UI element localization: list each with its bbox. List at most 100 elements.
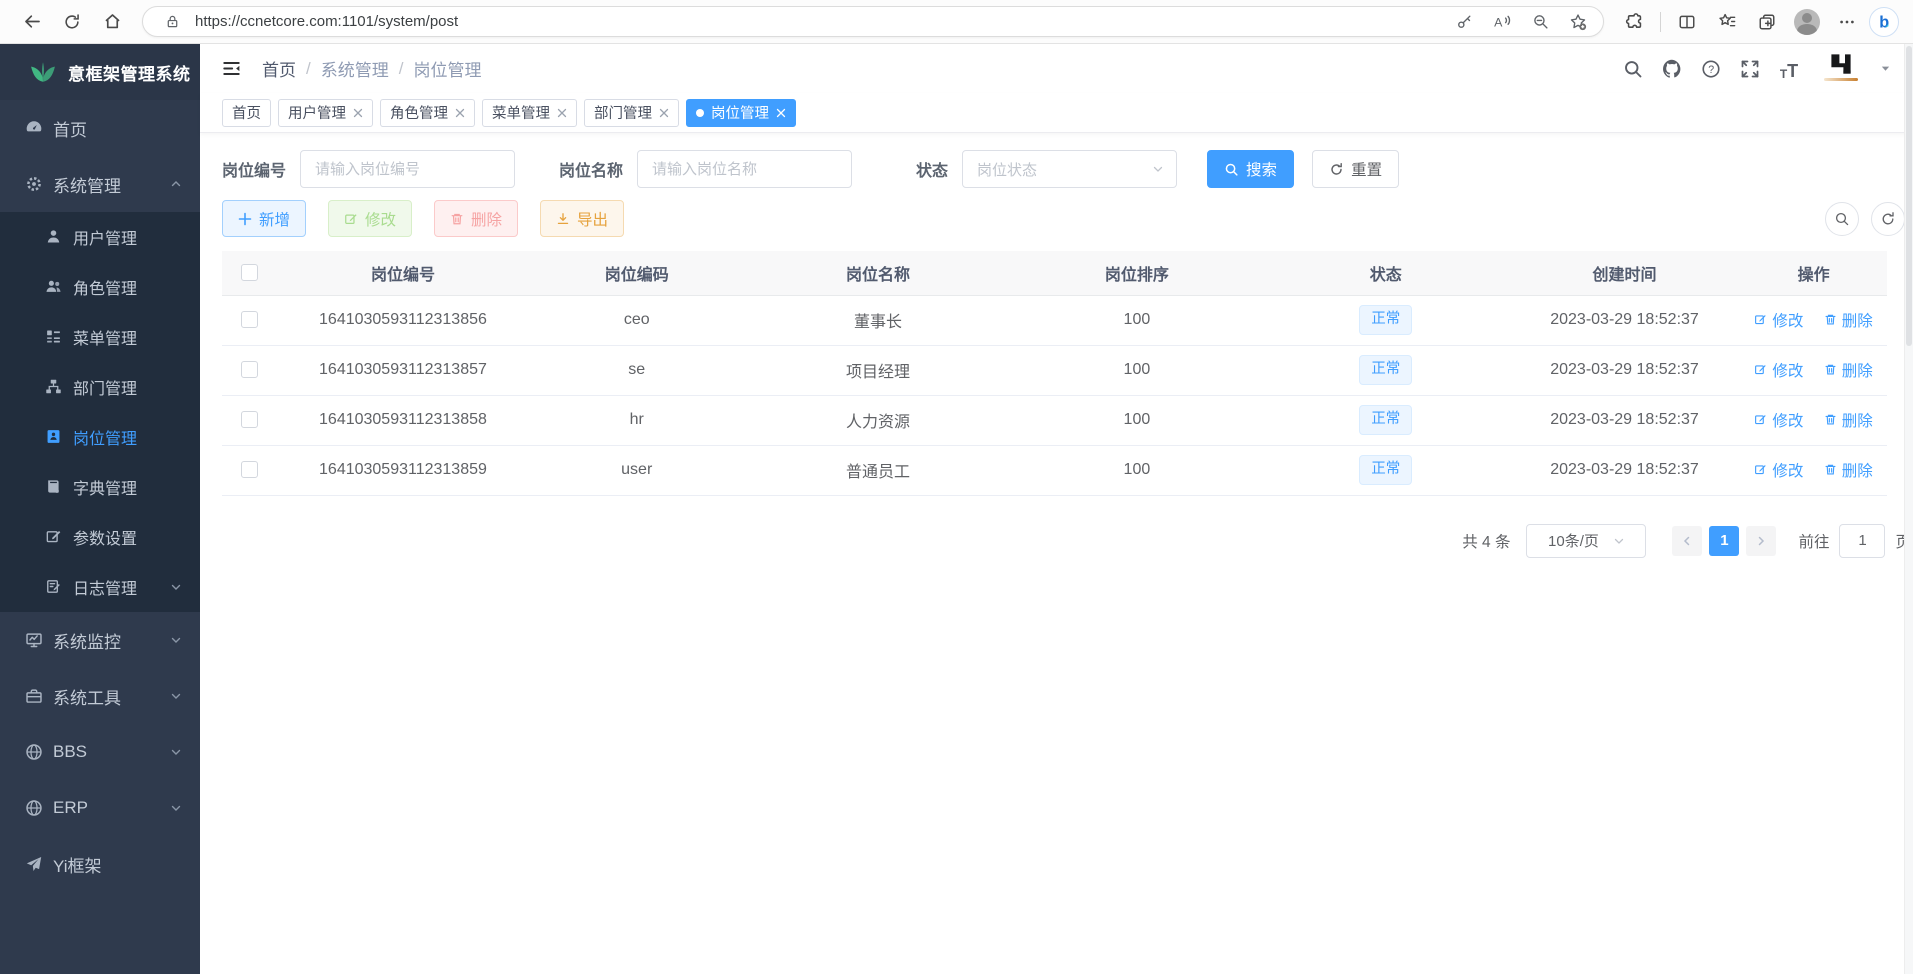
cell-post-sort: 100 [1011, 395, 1262, 445]
back-button[interactable] [14, 5, 50, 39]
table-row[interactable]: 1641030593112313857 se 项目经理 100 正常 2023-… [222, 345, 1887, 395]
avatar-underline [1824, 78, 1858, 81]
sidebar-item-users[interactable]: 用户管理 [0, 212, 200, 262]
add-favorite-icon[interactable] [1563, 8, 1593, 36]
cell-post-code: user [529, 445, 745, 495]
page-scrollbar[interactable] [1904, 44, 1913, 974]
sidebar-item-dictionary[interactable]: 字典管理 [0, 462, 200, 512]
url-text[interactable]: https://ccnetcore.com:1101/system/post [195, 13, 1441, 30]
home-icon [103, 12, 122, 31]
row-checkbox[interactable] [241, 411, 258, 428]
copilot-button[interactable]: b [1869, 7, 1899, 37]
post-name-input[interactable] [637, 150, 852, 188]
row-checkbox[interactable] [241, 461, 258, 478]
settings-more-button[interactable] [1829, 5, 1865, 39]
row-delete-link[interactable]: 删除 [1824, 359, 1873, 381]
read-aloud-icon[interactable]: A [1487, 8, 1517, 36]
key-icon[interactable] [1449, 8, 1479, 36]
app-logo[interactable]: 意框架管理系统 [0, 44, 200, 100]
tab-user-management[interactable]: 用户管理 [278, 99, 373, 127]
sidebar-item-roles[interactable]: 角色管理 [0, 262, 200, 312]
row-edit-link[interactable]: 修改 [1754, 309, 1803, 331]
filter-form: 岗位编号 岗位名称 状态 岗位状态 搜索 重置 [222, 150, 1887, 188]
cell-post-sort: 100 [1011, 445, 1262, 495]
close-icon[interactable] [353, 108, 363, 118]
fullscreen-icon[interactable] [1739, 58, 1761, 80]
split-screen-button[interactable] [1669, 5, 1705, 39]
refresh-table-button[interactable] [1871, 202, 1905, 236]
next-page-button[interactable] [1746, 526, 1776, 556]
sidebar-item-tools[interactable]: 系统工具 [0, 668, 200, 724]
table-row[interactable]: 1641030593112313858 hr 人力资源 100 正常 2023-… [222, 395, 1887, 445]
select-all-checkbox[interactable] [241, 264, 258, 281]
row-checkbox[interactable] [241, 361, 258, 378]
sidebar-item-system[interactable]: 系统管理 [0, 156, 200, 212]
font-size-icon[interactable]: TT [1778, 58, 1800, 80]
zoom-out-icon[interactable] [1525, 8, 1555, 36]
toolbox-icon [25, 687, 43, 705]
github-icon[interactable] [1661, 58, 1683, 80]
toggle-search-button[interactable] [1825, 202, 1859, 236]
scrollbar-thumb[interactable] [1906, 46, 1912, 346]
tab-menu-management[interactable]: 菜单管理 [482, 99, 577, 127]
row-edit-link[interactable]: 修改 [1754, 409, 1803, 431]
extensions-button[interactable] [1616, 5, 1652, 39]
row-edit-link[interactable]: 修改 [1754, 359, 1803, 381]
add-button[interactable]: 新增 [222, 200, 306, 237]
collapse-sidebar-button[interactable] [218, 56, 244, 82]
sidebar-item-posts[interactable]: 岗位管理 [0, 412, 200, 462]
export-button[interactable]: 导出 [540, 200, 624, 237]
post-id-input[interactable] [300, 150, 515, 188]
table-row[interactable]: 1641030593112313859 user 普通员工 100 正常 202… [222, 445, 1887, 495]
sidebar-item-departments[interactable]: 部门管理 [0, 362, 200, 412]
sidebar-item-yi-framework[interactable]: Yi框架 [0, 836, 200, 892]
edit-button[interactable]: 修改 [328, 200, 412, 237]
sidebar-item-menus[interactable]: 菜单管理 [0, 312, 200, 362]
tab-role-management[interactable]: 角色管理 [380, 99, 475, 127]
page-number-current[interactable]: 1 [1709, 526, 1739, 556]
sidebar-item-erp[interactable]: ERP [0, 780, 200, 836]
search-icon[interactable] [1622, 58, 1644, 80]
sidebar-item-bbs[interactable]: BBS [0, 724, 200, 780]
home-button[interactable] [94, 5, 130, 39]
sidebar-item-logs[interactable]: 日志管理 [0, 562, 200, 612]
delete-button[interactable]: 删除 [434, 200, 518, 237]
goto-page-input[interactable] [1839, 524, 1885, 558]
sidebar-item-home[interactable]: 首页 [0, 100, 200, 156]
chevron-down-icon [170, 581, 182, 593]
close-icon[interactable] [455, 108, 465, 118]
tab-home[interactable]: 首页 [222, 99, 271, 127]
sidebar-item-parameters[interactable]: 参数设置 [0, 512, 200, 562]
collections-button[interactable] [1749, 5, 1785, 39]
caret-down-icon[interactable] [1880, 63, 1891, 74]
table-row[interactable]: 1641030593112313856 ceo 董事长 100 正常 2023-… [222, 295, 1887, 345]
profile-avatar [1794, 9, 1820, 35]
row-checkbox[interactable] [241, 311, 258, 328]
toolbar-divider [1660, 12, 1661, 32]
row-delete-link[interactable]: 删除 [1824, 409, 1873, 431]
close-icon[interactable] [557, 108, 567, 118]
breadcrumb-home[interactable]: 首页 [262, 56, 296, 81]
row-delete-link[interactable]: 删除 [1824, 459, 1873, 481]
row-delete-label: 删除 [1842, 309, 1873, 331]
row-delete-link[interactable]: 删除 [1824, 309, 1873, 331]
close-icon[interactable] [659, 108, 669, 118]
close-icon[interactable] [776, 108, 786, 118]
help-icon[interactable]: ? [1700, 58, 1722, 80]
search-button[interactable]: 搜索 [1207, 150, 1294, 188]
refresh-button[interactable] [54, 5, 90, 39]
favorites-button[interactable] [1709, 5, 1745, 39]
user-avatar[interactable] [1823, 52, 1859, 86]
tab-department-management[interactable]: 部门管理 [584, 99, 679, 127]
breadcrumb-system[interactable]: 系统管理 [321, 56, 389, 81]
page-size-select[interactable]: 10条/页 [1526, 524, 1646, 558]
prev-page-button[interactable] [1672, 526, 1702, 556]
status-select[interactable]: 岗位状态 [962, 150, 1177, 188]
sidebar-item-monitor[interactable]: 系统监控 [0, 612, 200, 668]
reset-button[interactable]: 重置 [1312, 150, 1399, 188]
trash-icon [1824, 413, 1837, 426]
row-edit-link[interactable]: 修改 [1754, 459, 1803, 481]
address-bar[interactable]: https://ccnetcore.com:1101/system/post A [142, 6, 1604, 37]
tab-post-management[interactable]: 岗位管理 [686, 99, 796, 127]
profile-button[interactable] [1789, 5, 1825, 39]
